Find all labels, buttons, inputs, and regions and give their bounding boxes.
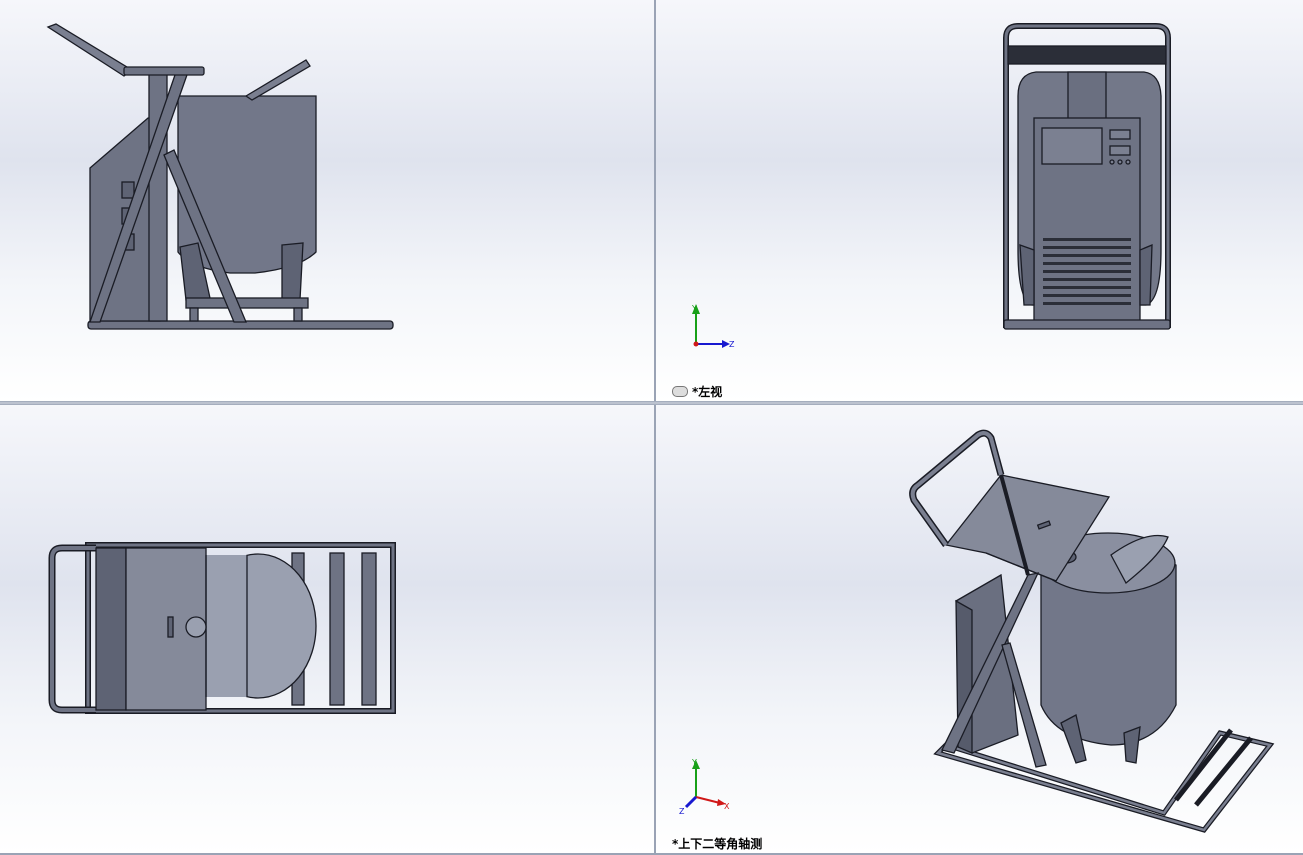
- model-front-view[interactable]: [0, 0, 654, 401]
- horizontal-viewport-splitter[interactable]: [0, 401, 1303, 405]
- axis-y-label: Y: [691, 758, 697, 767]
- model-left-view[interactable]: [656, 0, 1303, 401]
- axis-z-label: Z: [729, 340, 735, 349]
- view-name-label: *左视: [672, 383, 722, 400]
- viewport-left-view[interactable]: Y Z *左视: [656, 0, 1303, 401]
- coordinate-triad-icon: Y Z: [691, 304, 735, 349]
- view-name-label: *上下二等角轴测: [672, 837, 763, 851]
- vertical-viewport-splitter[interactable]: [654, 0, 656, 855]
- model-top-view[interactable]: [0, 405, 654, 853]
- viewport-top-view[interactable]: [0, 405, 654, 853]
- link-icon: [672, 386, 688, 397]
- axis-x-label: X: [724, 802, 730, 811]
- axis-z-label: Z: [679, 807, 685, 816]
- viewport-front[interactable]: [0, 0, 654, 401]
- axis-y-label: Y: [691, 304, 697, 313]
- view-name-text: *左视: [692, 385, 723, 399]
- coordinate-triad-icon: Y X Z: [679, 758, 730, 816]
- viewport-isometric[interactable]: Y X Z *上下二等角轴测: [656, 405, 1303, 853]
- cad-graphics-area[interactable]: Y Z *左视 Y X Z *上下二等角轴测: [0, 0, 1303, 855]
